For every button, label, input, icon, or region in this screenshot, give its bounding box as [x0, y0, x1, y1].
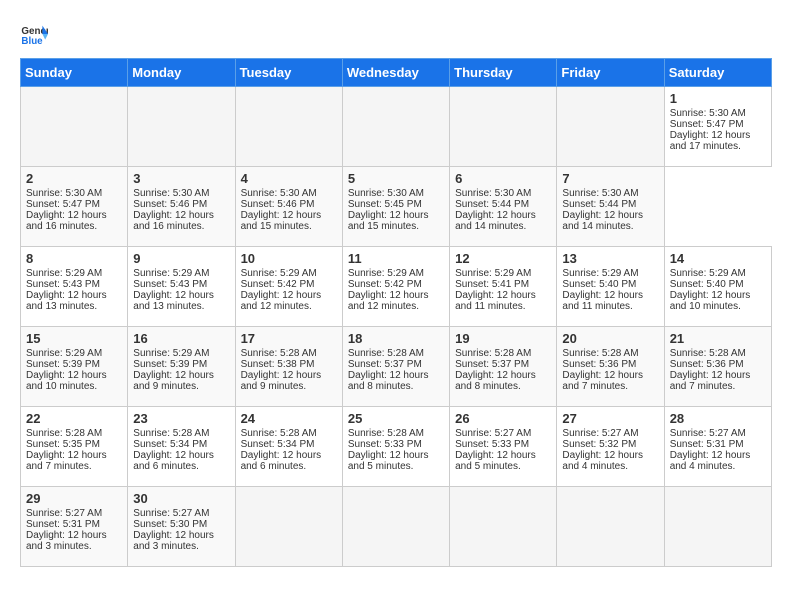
day-number: 11	[348, 251, 444, 266]
day-cell: 16Sunrise: 5:29 AMSunset: 5:39 PMDayligh…	[128, 327, 235, 407]
day-number: 19	[455, 331, 551, 346]
day-number: 7	[562, 171, 658, 186]
empty-cell	[450, 87, 557, 167]
dow-header-saturday: Saturday	[664, 59, 771, 87]
day-cell: 28Sunrise: 5:27 AMSunset: 5:31 PMDayligh…	[664, 407, 771, 487]
day-number: 28	[670, 411, 766, 426]
empty-cell	[557, 487, 664, 567]
day-number: 24	[241, 411, 337, 426]
day-number: 26	[455, 411, 551, 426]
day-number: 17	[241, 331, 337, 346]
day-cell: 17Sunrise: 5:28 AMSunset: 5:38 PMDayligh…	[235, 327, 342, 407]
day-number: 16	[133, 331, 229, 346]
day-cell: 22Sunrise: 5:28 AMSunset: 5:35 PMDayligh…	[21, 407, 128, 487]
day-cell: 26Sunrise: 5:27 AMSunset: 5:33 PMDayligh…	[450, 407, 557, 487]
day-cell: 10Sunrise: 5:29 AMSunset: 5:42 PMDayligh…	[235, 247, 342, 327]
day-number: 15	[26, 331, 122, 346]
day-number: 20	[562, 331, 658, 346]
day-cell: 14Sunrise: 5:29 AMSunset: 5:40 PMDayligh…	[664, 247, 771, 327]
page-header: General Blue	[20, 20, 772, 48]
day-number: 3	[133, 171, 229, 186]
day-number: 18	[348, 331, 444, 346]
empty-cell	[235, 487, 342, 567]
day-cell: 27Sunrise: 5:27 AMSunset: 5:32 PMDayligh…	[557, 407, 664, 487]
empty-cell	[342, 487, 449, 567]
empty-cell	[128, 87, 235, 167]
calendar-table: SundayMondayTuesdayWednesdayThursdayFrid…	[20, 58, 772, 567]
day-number: 21	[670, 331, 766, 346]
dow-header-friday: Friday	[557, 59, 664, 87]
day-cell: 18Sunrise: 5:28 AMSunset: 5:37 PMDayligh…	[342, 327, 449, 407]
day-cell: 12Sunrise: 5:29 AMSunset: 5:41 PMDayligh…	[450, 247, 557, 327]
empty-cell	[664, 487, 771, 567]
day-cell: 25Sunrise: 5:28 AMSunset: 5:33 PMDayligh…	[342, 407, 449, 487]
day-number: 6	[455, 171, 551, 186]
day-cell: 29Sunrise: 5:27 AMSunset: 5:31 PMDayligh…	[21, 487, 128, 567]
day-cell: 9Sunrise: 5:29 AMSunset: 5:43 PMDaylight…	[128, 247, 235, 327]
day-number: 23	[133, 411, 229, 426]
day-number: 10	[241, 251, 337, 266]
logo: General Blue	[20, 20, 52, 48]
day-cell: 3Sunrise: 5:30 AMSunset: 5:46 PMDaylight…	[128, 167, 235, 247]
empty-cell	[450, 487, 557, 567]
day-cell: 1 Sunrise: 5:30 AMSunset: 5:47 PMDayligh…	[664, 87, 771, 167]
day-number: 30	[133, 491, 229, 506]
empty-cell	[557, 87, 664, 167]
day-number: 14	[670, 251, 766, 266]
day-cell: 11Sunrise: 5:29 AMSunset: 5:42 PMDayligh…	[342, 247, 449, 327]
dow-header-monday: Monday	[128, 59, 235, 87]
day-number: 2	[26, 171, 122, 186]
empty-cell	[342, 87, 449, 167]
day-number: 8	[26, 251, 122, 266]
dow-header-thursday: Thursday	[450, 59, 557, 87]
day-number: 13	[562, 251, 658, 266]
day-number: 1	[670, 91, 766, 106]
day-cell: 2Sunrise: 5:30 AMSunset: 5:47 PMDaylight…	[21, 167, 128, 247]
day-cell: 15Sunrise: 5:29 AMSunset: 5:39 PMDayligh…	[21, 327, 128, 407]
day-number: 27	[562, 411, 658, 426]
day-number: 5	[348, 171, 444, 186]
day-cell: 4Sunrise: 5:30 AMSunset: 5:46 PMDaylight…	[235, 167, 342, 247]
day-number: 25	[348, 411, 444, 426]
empty-cell	[21, 87, 128, 167]
day-number: 12	[455, 251, 551, 266]
dow-header-tuesday: Tuesday	[235, 59, 342, 87]
day-cell: 23Sunrise: 5:28 AMSunset: 5:34 PMDayligh…	[128, 407, 235, 487]
dow-header-wednesday: Wednesday	[342, 59, 449, 87]
day-number: 9	[133, 251, 229, 266]
svg-text:Blue: Blue	[21, 36, 43, 47]
day-number: 4	[241, 171, 337, 186]
dow-header-sunday: Sunday	[21, 59, 128, 87]
day-cell: 19Sunrise: 5:28 AMSunset: 5:37 PMDayligh…	[450, 327, 557, 407]
day-cell: 13Sunrise: 5:29 AMSunset: 5:40 PMDayligh…	[557, 247, 664, 327]
day-number: 29	[26, 491, 122, 506]
day-cell: 21Sunrise: 5:28 AMSunset: 5:36 PMDayligh…	[664, 327, 771, 407]
day-number: 22	[26, 411, 122, 426]
day-cell: 6Sunrise: 5:30 AMSunset: 5:44 PMDaylight…	[450, 167, 557, 247]
day-cell: 7Sunrise: 5:30 AMSunset: 5:44 PMDaylight…	[557, 167, 664, 247]
day-cell: 20Sunrise: 5:28 AMSunset: 5:36 PMDayligh…	[557, 327, 664, 407]
empty-cell	[235, 87, 342, 167]
day-cell: 24Sunrise: 5:28 AMSunset: 5:34 PMDayligh…	[235, 407, 342, 487]
day-cell: 30Sunrise: 5:27 AMSunset: 5:30 PMDayligh…	[128, 487, 235, 567]
day-cell: 5Sunrise: 5:30 AMSunset: 5:45 PMDaylight…	[342, 167, 449, 247]
day-cell: 8Sunrise: 5:29 AMSunset: 5:43 PMDaylight…	[21, 247, 128, 327]
